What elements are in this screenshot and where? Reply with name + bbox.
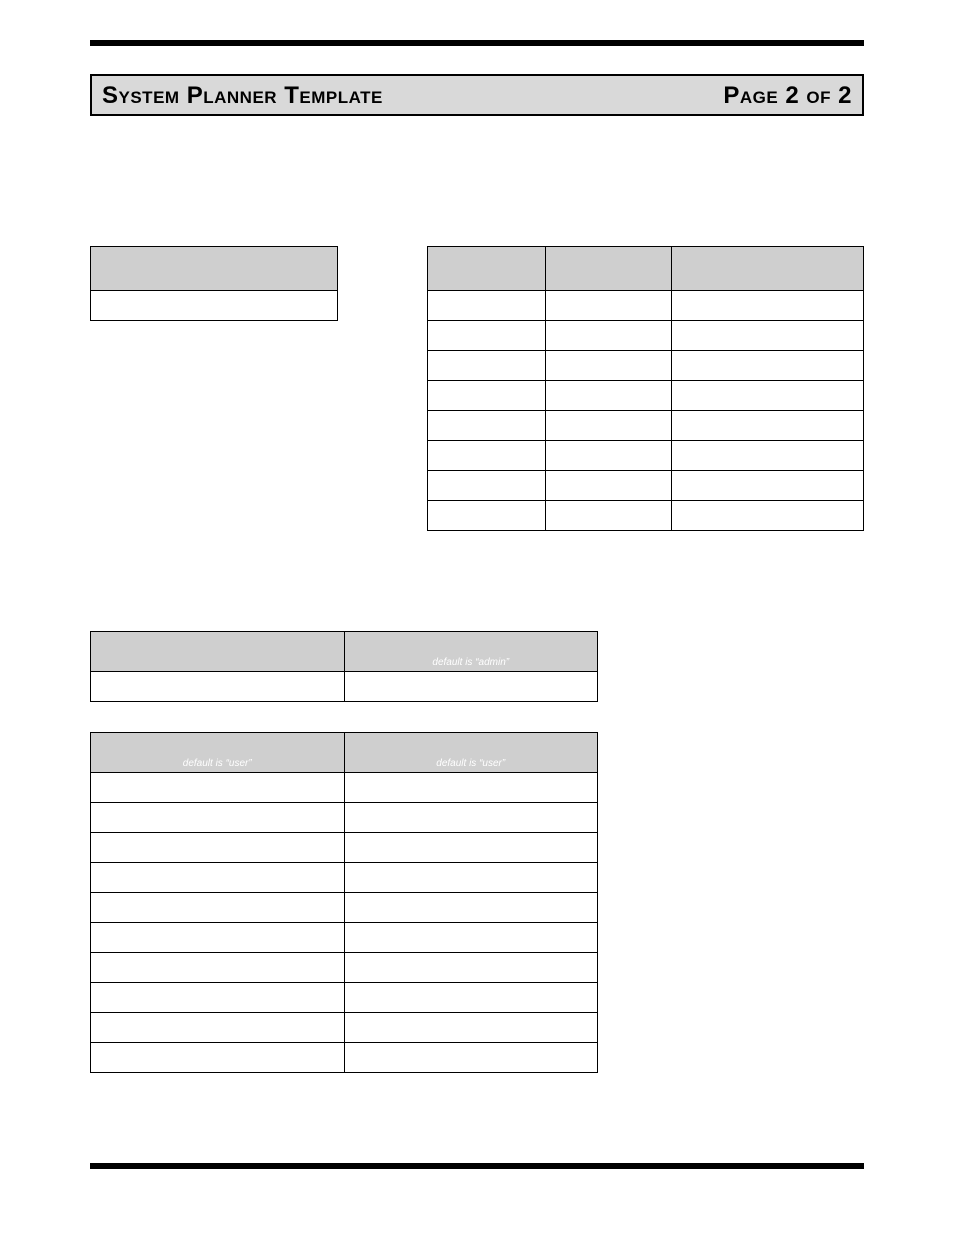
right-table-header-1 [428,247,546,291]
page-number: Page 2 of 2 [723,82,852,110]
small-table [90,246,338,321]
bottom-rule [90,1163,864,1169]
admin-table-container: default is “admin” [90,631,598,702]
table-row [91,863,598,893]
table-row [428,381,864,411]
table-row [428,441,864,471]
title-bar: System Planner Template Page 2 of 2 [90,74,864,116]
table-row [428,291,864,321]
top-rule [90,40,864,46]
table-row [91,833,598,863]
admin-header-1-hint [91,641,344,663]
admin-table: default is “admin” [90,631,598,702]
table-row [91,803,598,833]
user-table-container: default is “user” default is “user” [90,732,598,1073]
user-header-1-hint: default is “user” [91,736,344,769]
user-header-1: default is “user” [91,733,345,773]
admin-header-1 [91,632,345,672]
user-header-2: default is “user” [344,733,598,773]
right-table [427,246,864,531]
table-row [91,893,598,923]
document-title: System Planner Template [102,82,383,110]
table-row [428,411,864,441]
table-row [91,923,598,953]
table-row [91,953,598,983]
table-row [91,1043,598,1073]
table-row [91,291,338,321]
table-row [91,1013,598,1043]
table-row [91,983,598,1013]
table-row [91,672,598,702]
user-table: default is “user” default is “user” [90,732,598,1073]
tables-row-1 [90,246,864,531]
admin-header-2: default is “admin” [344,632,598,672]
table-row [428,351,864,381]
document-page: System Planner Template Page 2 of 2 [0,0,954,1229]
table-row [428,501,864,531]
small-table-header [91,247,338,291]
table-row [91,773,598,803]
table-row [428,471,864,501]
small-table-container [90,246,338,531]
right-table-header-2 [545,247,671,291]
admin-header-2-hint: default is “admin” [345,635,598,668]
table-row [428,321,864,351]
right-table-container [427,246,864,531]
table-cell [91,291,338,321]
user-header-2-hint: default is “user” [345,736,598,769]
right-table-header-3 [672,247,864,291]
